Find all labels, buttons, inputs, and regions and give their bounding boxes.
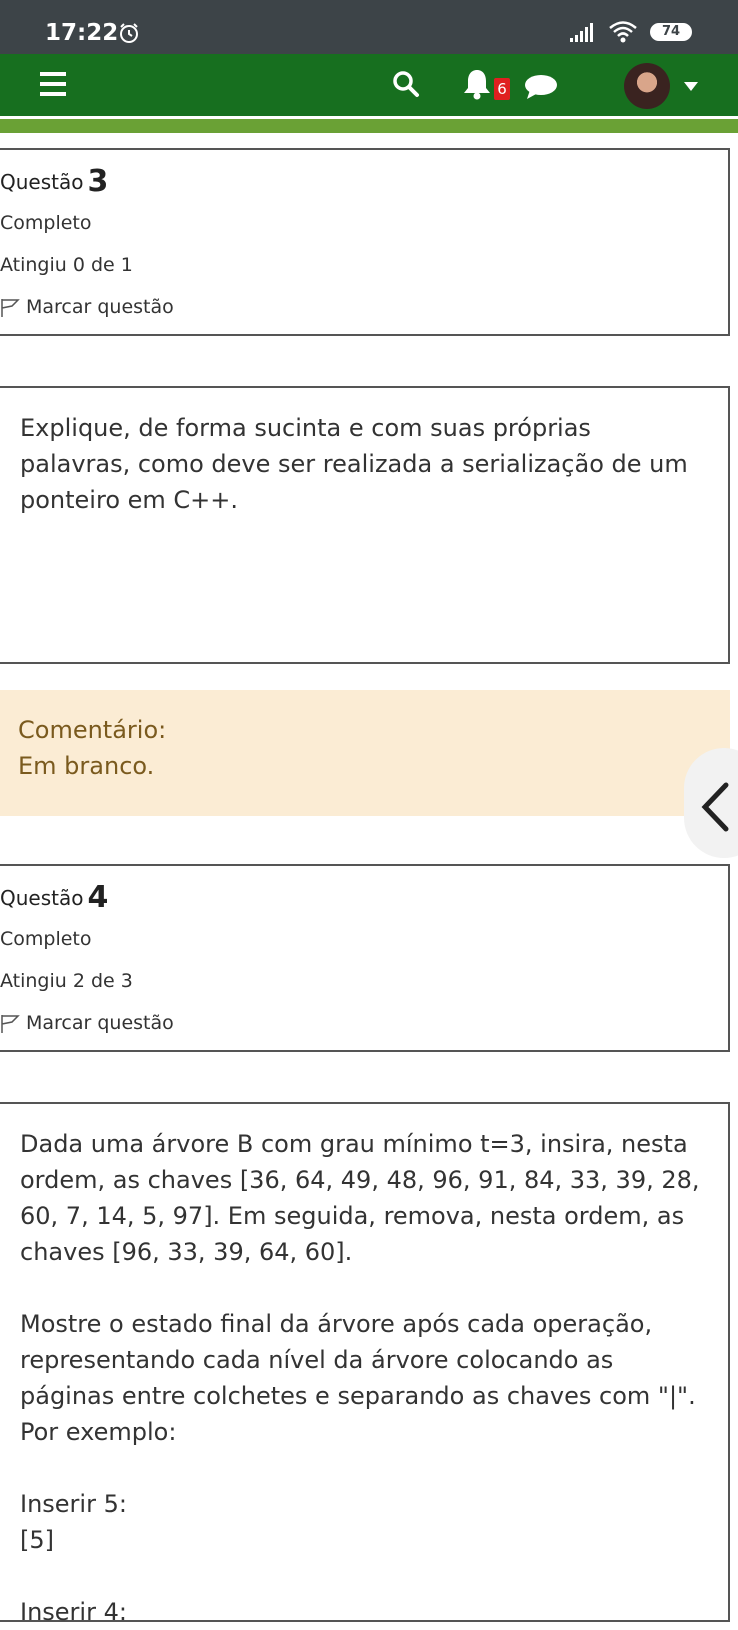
chat-icon[interactable] bbox=[524, 74, 558, 104]
comment-text: Em branco. bbox=[18, 752, 155, 780]
question-text: Mostre o estado final da árvore após cad… bbox=[20, 1310, 696, 1446]
flag-icon[interactable] bbox=[0, 1014, 20, 1038]
question-state: Completo bbox=[0, 928, 92, 950]
question-text: Inserir 5: bbox=[20, 1490, 127, 1518]
question-text: Inserir 4: bbox=[20, 1598, 127, 1626]
chevron-left-icon[interactable] bbox=[700, 782, 730, 836]
question-text: Explique, de forma sucinta e com suas pr… bbox=[20, 414, 688, 514]
status-time: 17:22 bbox=[45, 20, 119, 46]
question-text: Dada uma árvore B com grau mínimo t=3, i… bbox=[20, 1130, 700, 1266]
nav-accent-bar bbox=[0, 119, 738, 133]
flag-question-link[interactable]: Marcar questão bbox=[26, 296, 174, 318]
battery-icon: 74 bbox=[650, 23, 692, 41]
question-grade: Atingiu 0 de 1 bbox=[0, 254, 133, 276]
status-bar: 17:22 74 bbox=[0, 0, 738, 54]
question-number: 4 bbox=[87, 880, 109, 915]
question-title: Questão 3 bbox=[0, 164, 109, 199]
hamburger-menu-icon[interactable] bbox=[40, 72, 66, 100]
question-info-card: Questão 3 Completo Atingiu 0 de 1 Marcar … bbox=[0, 148, 730, 336]
signal-icon bbox=[570, 22, 598, 46]
search-icon[interactable] bbox=[392, 70, 420, 102]
notification-badge: 6 bbox=[494, 78, 510, 100]
question-state: Completo bbox=[0, 212, 92, 234]
wifi-icon bbox=[608, 20, 638, 48]
avatar[interactable] bbox=[624, 63, 670, 109]
question-text: [5] bbox=[20, 1526, 54, 1554]
alarm-icon bbox=[118, 22, 140, 48]
question-text-card: Explique, de forma sucinta e com suas pr… bbox=[0, 386, 730, 664]
question-info-card: Questão 4 Completo Atingiu 2 de 3 Marcar … bbox=[0, 864, 730, 1052]
bell-icon[interactable] bbox=[462, 68, 492, 104]
question-text-card: Dada uma árvore B com grau mínimo t=3, i… bbox=[0, 1102, 730, 1626]
comment-label: Comentário: bbox=[18, 716, 167, 744]
flag-question-link[interactable]: Marcar questão bbox=[26, 1012, 174, 1034]
feedback-comment: Comentário: Em branco. bbox=[0, 690, 730, 816]
flag-icon[interactable] bbox=[0, 298, 20, 322]
question-grade: Atingiu 2 de 3 bbox=[0, 970, 133, 992]
question-title: Questão 4 bbox=[0, 880, 109, 915]
caret-down-icon[interactable] bbox=[684, 76, 698, 95]
question-number: 3 bbox=[87, 164, 109, 199]
